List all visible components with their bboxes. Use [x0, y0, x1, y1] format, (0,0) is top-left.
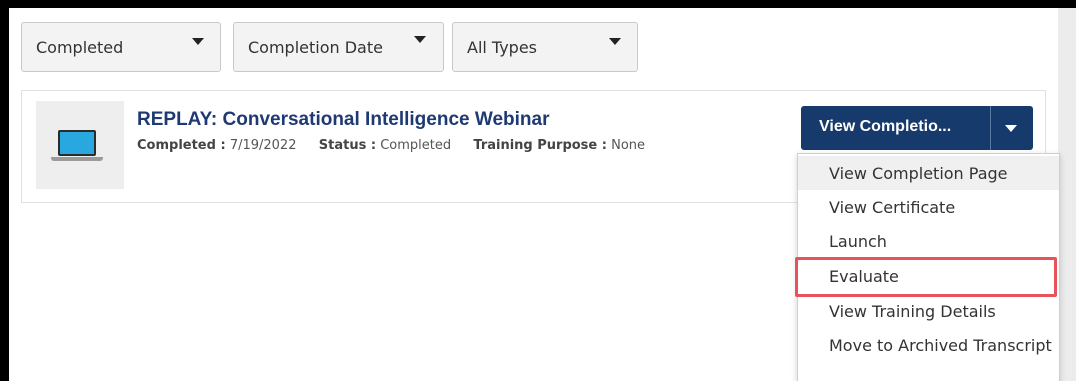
content-frame: Completed Completion Date All Types REPL… [9, 8, 1076, 381]
sort-filter-label: Completion Date [248, 38, 383, 57]
chevron-down-icon [414, 36, 426, 43]
chevron-down-icon [609, 38, 621, 45]
type-filter-label: All Types [467, 38, 538, 57]
menu-item-move-to-archived-transcript[interactable]: Move to Archived Transcript [798, 328, 1059, 362]
training-purpose-label: Training Purpose : [473, 138, 607, 153]
sort-filter-dropdown[interactable]: Completion Date [233, 22, 444, 72]
laptop-icon [58, 130, 96, 156]
laptop-base [51, 157, 103, 161]
menu-item-launch[interactable]: Launch [798, 224, 1059, 258]
menu-item-view-certificate[interactable]: View Certificate [798, 190, 1059, 224]
training-thumbnail [36, 101, 124, 189]
view-completion-split-button[interactable]: View Completio... [801, 106, 1033, 150]
completed-date: 7/19/2022 [229, 138, 297, 153]
training-title[interactable]: REPLAY: Conversational Intelligence Webi… [137, 109, 549, 131]
menu-item-view-training-details[interactable]: View Training Details [798, 294, 1059, 328]
menu-item-view-completion-page[interactable]: View Completion Page [798, 156, 1059, 190]
type-filter-dropdown[interactable]: All Types [452, 22, 638, 72]
evaluate-highlight-annotation [795, 257, 1057, 297]
training-purpose-value: None [611, 138, 646, 153]
chevron-down-icon[interactable] [1005, 125, 1017, 132]
scroll-gutter [1058, 8, 1076, 381]
chevron-down-icon [192, 38, 204, 45]
training-meta: Completed : 7/19/2022 Status : Completed… [137, 138, 645, 153]
status-label: Status : [318, 138, 377, 153]
status-filter-label: Completed [36, 38, 124, 57]
completed-label: Completed : [137, 138, 226, 153]
status-value: Completed [380, 138, 452, 153]
view-completion-button[interactable]: View Completio... [819, 118, 951, 136]
status-filter-dropdown[interactable]: Completed [21, 22, 221, 72]
split-divider [990, 106, 991, 150]
